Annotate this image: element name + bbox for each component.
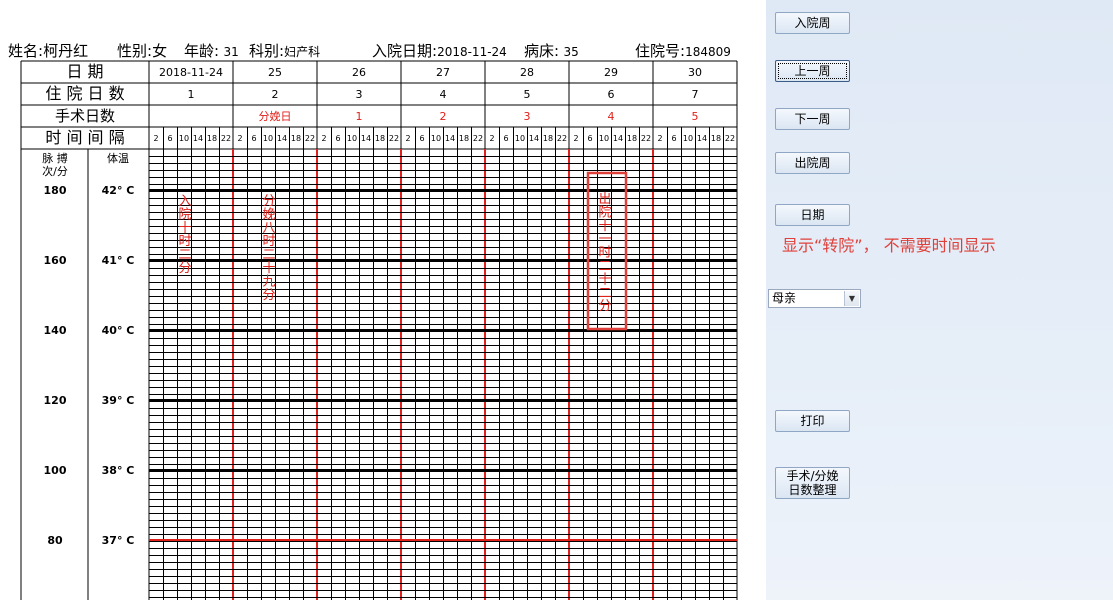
row-label: 时 间 间 隔 (45, 128, 124, 147)
row-label: 日 期 (66, 62, 103, 81)
discharge-week-button[interactable]: 出院周 (775, 152, 850, 174)
patient-type-select[interactable]: 母亲 ▼ (768, 289, 861, 308)
chart-grid: 180 42° C160 41° C140 40° C120 39° C100 38° C… (20, 60, 738, 600)
hour-tick-label: 18 (543, 134, 553, 143)
discharge-time-annotation: 分 (598, 299, 611, 314)
hour-tick-label: 10 (515, 134, 525, 143)
hour-tick-label: 10 (599, 134, 609, 143)
temp-scale-label: 39° C (102, 394, 135, 407)
hour-tick-label: 18 (291, 134, 301, 143)
surgery-day-cell: 分娩日 (259, 109, 292, 123)
surgery-day-cell: 1 (356, 110, 363, 123)
hospital-day-cell: 1 (188, 88, 195, 101)
patient-type-value: 母亲 (772, 291, 797, 305)
hour-tick-label: 22 (305, 134, 315, 143)
temp-scale-label: 42° C (102, 184, 135, 197)
date-cell: 2018-11-24 (159, 66, 223, 79)
date-cell: 25 (268, 66, 282, 79)
date-cell: 28 (520, 66, 534, 79)
pulse-scale-label: 120 (44, 394, 67, 407)
hour-tick-label: 2 (489, 134, 494, 143)
date-button[interactable]: 日期 (775, 204, 850, 226)
hospital-day-cell: 5 (524, 88, 531, 101)
hour-tick-label: 18 (711, 134, 721, 143)
pulse-scale-label: 100 (44, 464, 67, 477)
delivery-time-annotation: 分 (262, 288, 275, 303)
hospital-day-cell: 2 (272, 88, 279, 101)
hour-tick-label: 2 (321, 134, 326, 143)
hour-tick-label: 10 (683, 134, 693, 143)
hour-tick-label: 2 (237, 134, 242, 143)
pulse-scale-label: 180 (44, 184, 67, 197)
hour-tick-label: 22 (725, 134, 735, 143)
surgery-day-cell: 5 (692, 110, 699, 123)
dropdown-arrow-icon[interactable]: ▼ (844, 291, 859, 306)
hospital-day-cell: 3 (356, 88, 363, 101)
hour-tick-label: 22 (389, 134, 399, 143)
hospital-day-cell: 6 (608, 88, 615, 101)
hour-tick-label: 2 (405, 134, 410, 143)
note-text: 显示“转院”， 不需要时间显示 (782, 236, 996, 255)
hour-tick-label: 22 (473, 134, 483, 143)
temperature-chart-area: 姓名:柯丹红 性别:女 年龄: 31 科别:妇产科 入院日期:2018-11-2… (0, 0, 766, 600)
surgery-day-cell: 3 (524, 110, 531, 123)
hour-tick-label: 22 (641, 134, 651, 143)
hour-tick-label: 6 (251, 134, 256, 143)
hour-tick-label: 2 (573, 134, 578, 143)
surgery-day-cell: 4 (608, 110, 615, 123)
hour-tick-label: 14 (361, 134, 371, 143)
surgery-days-organize-button[interactable]: 手术/分娩 日数整理 (775, 467, 850, 499)
surgery-day-cell: 2 (440, 110, 447, 123)
hour-tick-label: 18 (207, 134, 217, 143)
admit-week-button[interactable]: 入院周 (775, 12, 850, 34)
pulse-scale-label: 140 (44, 324, 67, 337)
hour-tick-label: 6 (587, 134, 592, 143)
date-cell: 26 (352, 66, 366, 79)
row-label: 手术日数 (55, 107, 115, 125)
hour-tick-label: 6 (167, 134, 172, 143)
hour-tick-label: 14 (529, 134, 539, 143)
hospital-day-cell: 4 (440, 88, 447, 101)
pulse-scale-label: 160 (44, 254, 67, 267)
hour-tick-label: 10 (179, 134, 189, 143)
hour-tick-label: 2 (657, 134, 662, 143)
hour-tick-label: 10 (263, 134, 273, 143)
hour-tick-label: 14 (445, 134, 455, 143)
hour-tick-label: 14 (193, 134, 203, 143)
next-week-button[interactable]: 下一周 (775, 108, 850, 130)
row-label: 住 院 日 数 (45, 84, 124, 103)
hour-tick-label: 6 (671, 134, 676, 143)
date-cell: 27 (436, 66, 450, 79)
print-button[interactable]: 打印 (775, 410, 850, 432)
hour-tick-label: 14 (277, 134, 287, 143)
hour-tick-label: 6 (419, 134, 424, 143)
temp-scale-label: 37° C (102, 534, 135, 547)
hour-tick-label: 10 (431, 134, 441, 143)
pulse-header: 脉 搏 (42, 151, 68, 165)
hospital-day-cell: 7 (692, 88, 699, 101)
admission-time-annotation: 分 (178, 261, 191, 276)
hour-tick-label: 6 (503, 134, 508, 143)
hour-tick-label: 18 (627, 134, 637, 143)
temp-scale-label: 38° C (102, 464, 135, 477)
pulse-unit-header: 次/分 (42, 164, 68, 178)
temp-scale-label: 41° C (102, 254, 135, 267)
hour-tick-label: 18 (375, 134, 385, 143)
hour-tick-label: 22 (221, 134, 231, 143)
hour-tick-label: 6 (335, 134, 340, 143)
hour-tick-label: 22 (557, 134, 567, 143)
date-cell: 29 (604, 66, 618, 79)
date-cell: 30 (688, 66, 702, 79)
hour-tick-label: 10 (347, 134, 357, 143)
hour-tick-label: 2 (153, 134, 158, 143)
hour-tick-label: 18 (459, 134, 469, 143)
temp-header: 体温 (107, 151, 129, 165)
hour-tick-label: 14 (697, 134, 707, 143)
hour-tick-label: 14 (613, 134, 623, 143)
prev-week-button[interactable]: 上一周 (775, 60, 850, 82)
temp-scale-label: 40° C (102, 324, 135, 337)
pulse-scale-label: 80 (47, 534, 63, 547)
